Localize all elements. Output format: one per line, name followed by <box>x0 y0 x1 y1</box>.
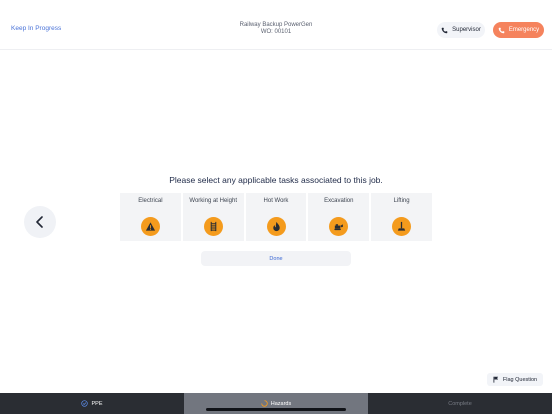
phone-icon <box>498 27 505 33</box>
task-options: Electrical Working at Height Hot Work Ex… <box>120 193 432 241</box>
supervisor-button[interactable]: Supervisor <box>437 22 485 38</box>
flag-icon <box>493 376 498 383</box>
tab-ppe[interactable]: PPE <box>0 393 184 414</box>
emergency-label: Emergency <box>508 27 540 33</box>
check-circle-icon <box>81 400 89 407</box>
keep-in-progress-link[interactable]: Keep In Progress <box>11 25 61 32</box>
home-indicator[interactable] <box>206 408 346 411</box>
chevron-left-icon <box>36 216 43 228</box>
work-order-number: WO: 00101 <box>260 29 292 35</box>
job-title-block: Railway Backup PowerGen WO: 00101 <box>226 22 326 36</box>
task-excavation[interactable]: Excavation <box>308 193 370 241</box>
tab-label: Hazards <box>270 400 292 407</box>
task-label: Lifting <box>393 198 410 204</box>
task-hot-work[interactable]: Hot Work <box>245 193 307 241</box>
task-label: Working at Height <box>189 198 237 204</box>
task-label: Hot Work <box>263 198 289 204</box>
hazards-screen: Keep In Progress Railway Backup PowerGen… <box>0 0 552 414</box>
phone-icon <box>441 27 448 33</box>
task-label: Excavation <box>324 198 354 204</box>
flame-icon <box>266 217 286 236</box>
ladder-icon <box>203 217 223 236</box>
header: Keep In Progress Railway Backup PowerGen… <box>0 0 552 50</box>
task-label: Electrical <box>138 198 163 204</box>
crane-hook-icon <box>392 217 412 236</box>
in-progress-icon <box>261 400 268 407</box>
flag-question-button[interactable]: Flag Question <box>487 373 543 386</box>
warning-triangle-icon <box>141 217 160 236</box>
task-electrical[interactable]: Electrical <box>120 193 181 241</box>
supervisor-label: Supervisor <box>452 27 481 33</box>
question-text: Please select any applicable tasks assoc… <box>169 175 383 185</box>
tab-label: PPE <box>91 400 103 407</box>
emergency-button[interactable]: Emergency <box>493 22 544 38</box>
done-button[interactable]: Done <box>201 251 351 266</box>
back-button[interactable] <box>24 206 56 238</box>
tab-label: Complete <box>448 400 472 407</box>
job-title: Railway Backup PowerGen <box>239 22 313 28</box>
task-lifting[interactable]: Lifting <box>371 193 432 241</box>
flag-question-label: Flag Question <box>502 376 538 383</box>
tab-complete[interactable]: Complete <box>368 393 552 414</box>
excavator-icon <box>329 217 349 236</box>
task-working-at-height[interactable]: Working at Height <box>182 193 244 241</box>
